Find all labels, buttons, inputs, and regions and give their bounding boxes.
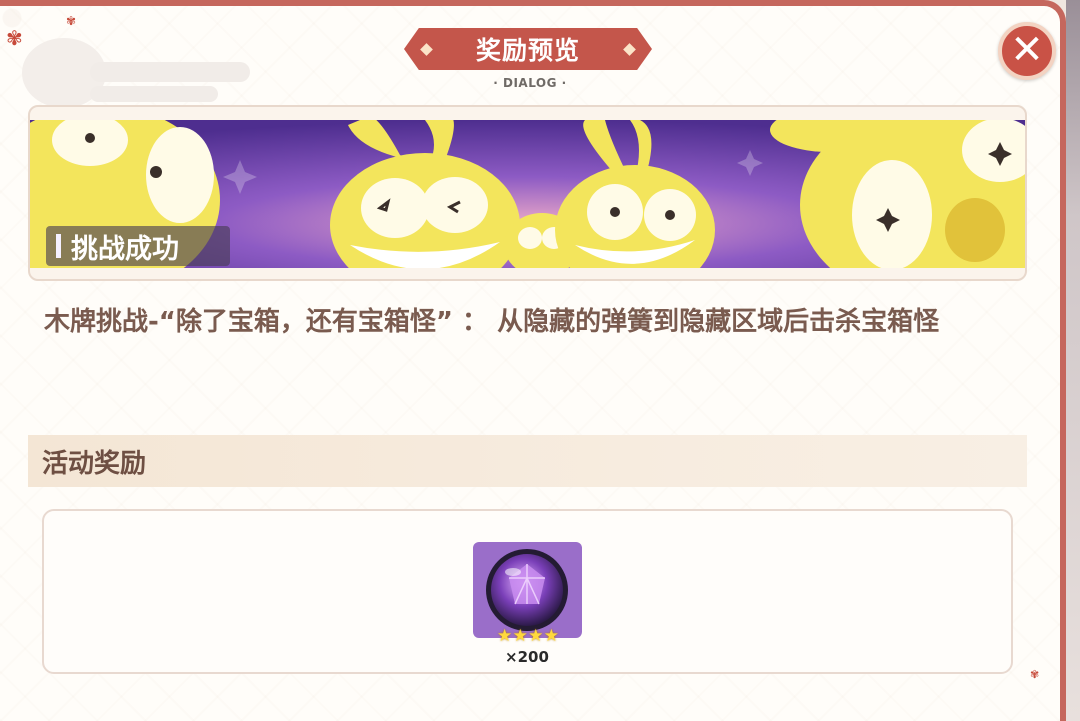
rewards-section-header: 活动奖励 (28, 435, 1027, 487)
diamond-ornament-icon (623, 43, 636, 56)
close-button[interactable]: ✕ (998, 22, 1056, 80)
star-icon: ★ (528, 626, 544, 646)
challenge-status-tag: 挑战成功 (46, 226, 230, 266)
star-icon: ★ (497, 626, 513, 646)
close-x-icon: ✕ (1010, 26, 1044, 73)
challenge-description: 木牌挑战-“除了宝箱，还有宝箱怪” ： 从隐藏的弹簧到隐藏区域后击杀宝箱怪 (44, 307, 940, 337)
challenge-status-label: 挑战成功 (71, 233, 179, 265)
decor-blob (90, 62, 250, 82)
reward-quantity: ×200 (505, 648, 549, 666)
maple-leaf-icon: ✾ (1030, 668, 1040, 681)
star-icon: ★ (543, 626, 559, 646)
diamond-ornament-icon (420, 43, 433, 56)
dialog-subtitle: · DIALOG · (493, 76, 567, 90)
rewards-section-title: 活动奖励 (42, 448, 147, 479)
reward-item[interactable] (473, 542, 582, 638)
purple-gem-orb-icon (486, 549, 568, 631)
maple-leaf-icon: ✾ (6, 26, 23, 50)
tag-bar (56, 234, 61, 258)
star-icon: ★ (512, 626, 528, 646)
maple-leaf-icon: ✾ (66, 14, 77, 28)
reward-rarity-stars: ★ ★ ★ ★ (497, 626, 559, 646)
dialog-title: 奖励预览 (475, 36, 580, 65)
background-edge (1066, 0, 1080, 721)
dialog-title-banner: 奖励预览 (404, 28, 652, 70)
decor-blob (90, 86, 218, 102)
